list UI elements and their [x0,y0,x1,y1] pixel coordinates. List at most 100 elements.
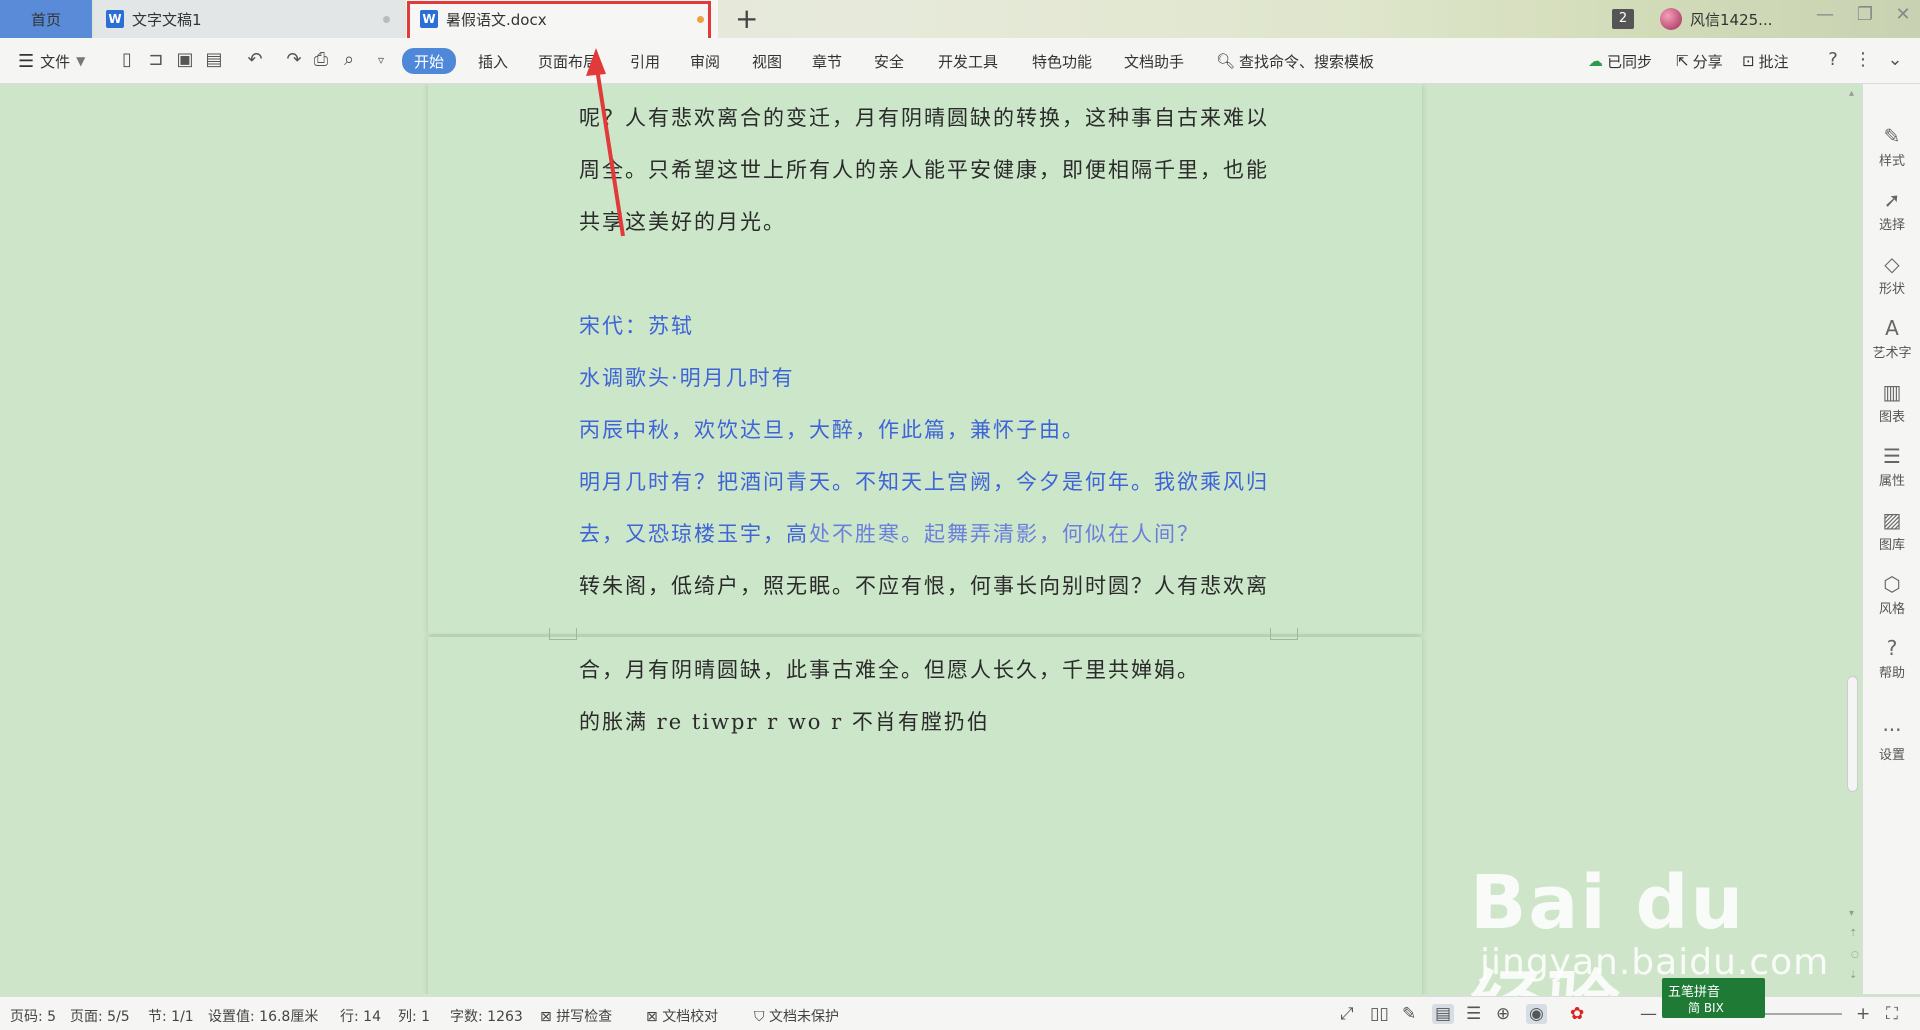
comment-button[interactable]: ⊡ 批注 [1742,38,1789,84]
doc-protection-button[interactable]: ⛉ 文档未保护 [754,1006,839,1026]
print-icon[interactable]: ⎙ [310,49,332,71]
fit-window-icon[interactable]: ⛶ [1886,1004,1898,1024]
save-as-icon[interactable]: ▤ [203,49,225,71]
new-document-icon[interactable]: ▯ [116,49,138,71]
redo-icon[interactable]: ↷ [283,49,305,71]
poem-line-mixed[interactable]: 去，又恐琼楼玉宇，高处不胜寒。起舞弄清影，何似在人间？ [579,518,1200,548]
new-tab-button[interactable]: + [735,4,758,34]
user-avatar[interactable] [1660,8,1682,30]
zoom-in-icon[interactable]: + [1856,1004,1870,1024]
poem-preface[interactable]: 丙辰中秋，欢饮达旦，大醉，作此篇，兼怀子由。 [579,414,1085,444]
more-quick-access-icon[interactable]: ▿ [370,49,392,71]
text-line[interactable]: 呢？人有悲欢离合的变迁，月有阴晴圆缺的转换，这种事自古来难以 [579,102,1269,132]
undo-icon[interactable]: ↶ [244,49,266,71]
tab-document-active[interactable]: W 暑假语文.docx [406,0,718,38]
status-page-code[interactable]: 页码: 5 [10,1006,56,1026]
tab-close-dot-icon[interactable] [383,16,390,23]
tab-start[interactable]: 开始 [402,48,457,74]
tab-insert[interactable]: 插入 [478,38,508,84]
zoom-out-icon[interactable]: — [1640,1004,1657,1024]
prev-page-icon[interactable]: ⇡ [1849,928,1857,939]
share-button[interactable]: ⇱ 分享 [1676,38,1723,84]
write-mode-icon[interactable]: ✎ [1402,1004,1416,1024]
tab-page-layout[interactable]: 页面布局 [538,38,598,84]
panel-shape-button[interactable]: ◇ 形状 [1863,252,1920,297]
poem-line[interactable]: 合，月有阴晴圆缺，此事古难全。但愿人长久，千里共婵娟。 [579,654,1200,684]
panel-theme-button[interactable]: ⬡ 风格 [1863,572,1920,617]
panel-settings-button[interactable]: ··· 设置 [1863,718,1920,763]
share-icon: ⇱ [1676,52,1689,70]
scroll-up-icon[interactable]: ▴ [1849,88,1854,99]
status-word-count[interactable]: 字数: 1263 [450,1006,523,1026]
tab-chapter[interactable]: 章节 [812,38,842,84]
tab-special-features[interactable]: 特色功能 [1032,38,1092,84]
ime-status-label: 简 BIX [1688,1001,1724,1015]
minimize-icon[interactable]: — [1810,4,1840,25]
page-view-icon[interactable]: ▤ [1432,1004,1455,1024]
vertical-scrollbar[interactable] [1848,84,1858,994]
collapse-ribbon-icon[interactable]: ⌄ [1884,49,1906,71]
select-browse-icon[interactable]: ○ [1851,950,1859,960]
save-icon[interactable]: ▣ [174,49,196,71]
unsaved-dot-icon[interactable] [697,16,704,23]
notification-badge[interactable]: 2 [1612,9,1634,29]
user-name[interactable]: 风信1425... [1690,9,1772,30]
spell-check-button[interactable]: ⊠ 拼写检查 [540,1006,612,1026]
tab-document-1[interactable]: W 文字文稿1 [94,0,404,38]
more-options-icon[interactable]: ⋮ [1852,49,1874,71]
status-pages[interactable]: 页面: 5/5 [70,1006,130,1026]
panel-select-button[interactable]: ➚ 选择 [1863,188,1920,233]
sync-status-button[interactable]: ☁ 已同步 [1588,38,1652,84]
tab-security[interactable]: 安全 [874,38,904,84]
panel-wordart-button[interactable]: A 艺术字 [1863,316,1920,361]
command-search[interactable]: 🔍︎ 查找命令、搜索模板 [1216,38,1374,84]
tab-review[interactable]: 审阅 [690,38,720,84]
poem-title[interactable]: 水调歌头·明月几时有 [579,362,795,392]
document-canvas[interactable]: 呢？人有悲欢离合的变迁，月有阴晴圆缺的转换，这种事自古来难以 周全。只希望这世上… [0,84,1850,994]
document-page[interactable] [428,637,1422,994]
tab-developer[interactable]: 开发工具 [938,38,998,84]
tab-review-label: 审阅 [690,52,721,71]
open-folder-icon[interactable]: ⊐ [145,49,167,71]
scrollbar-thumb[interactable] [1847,676,1858,792]
panel-style-button[interactable]: ✎ 样式 [1863,124,1920,169]
ime-logo-icon[interactable]: ✿ [1570,1004,1584,1024]
shield-icon: ⛉ [754,1009,769,1025]
tab-home[interactable]: 首页 [0,0,92,38]
text-line[interactable]: 的胀满 re tiwpr r wo r 不肖有膛扔伯 [579,706,990,736]
outline-view-icon[interactable]: ☰ [1466,1004,1481,1024]
poem-line[interactable]: 转朱阁，低绮户，照无眠。不应有恨，何事长向别时圆？人有悲欢离 [579,570,1269,600]
ime-toolbar[interactable]: 五笔拼音 简 BIX [1662,978,1765,1018]
doc-proofread-button[interactable]: ⊠ 文档校对 [646,1006,718,1026]
status-col[interactable]: 列: 1 [398,1006,430,1026]
text-line[interactable]: 周全。只希望这世上所有人的亲人能平安健康，即便相隔千里，也能 [579,154,1269,184]
next-page-icon[interactable]: ⇣ [1849,970,1857,981]
status-setting-value[interactable]: 设置值: 16.8厘米 [208,1006,318,1026]
restore-icon[interactable]: ❐ [1850,4,1880,25]
reading-mode-icon[interactable]: ▯▯ [1370,1004,1389,1024]
fullscreen-icon[interactable]: ⤢ [1340,1004,1354,1024]
print-preview-icon[interactable]: ⌕ [338,49,360,71]
panel-gallery-label: 图库 [1878,538,1905,553]
zoom-slider[interactable] [1762,1013,1842,1015]
text-line[interactable]: 共享这美好的月光。 [579,206,786,236]
poem-line[interactable]: 明月几时有？把酒问青天。不知天上宫阙，今夕是何年。我欲乘风归 [579,466,1269,496]
panel-gallery-button[interactable]: ▨ 图库 [1863,508,1920,553]
web-view-icon[interactable]: ⊕ [1496,1004,1510,1024]
tab-references[interactable]: 引用 [630,38,660,84]
panel-properties-button[interactable]: ☰ 属性 [1863,444,1920,489]
doc-protection-label: 文档未保护 [768,1009,839,1025]
status-row[interactable]: 行: 14 [340,1006,381,1026]
file-menu[interactable]: ☰ 文件 ▼ [18,38,85,84]
ribbon-menu-bar: ☰ 文件 ▼ ▯ ⊐ ▣ ▤ ↶ ↷ ⎙ ⌕ ▿ 开始 插入 页面布局 引用 审… [0,38,1920,84]
eye-protection-icon[interactable]: ◉ [1526,1004,1547,1024]
panel-help-button[interactable]: ? 帮助 [1863,636,1920,681]
scroll-down-icon[interactable]: ▾ [1849,908,1854,919]
close-window-icon[interactable]: ✕ [1888,4,1918,25]
tab-view[interactable]: 视图 [752,38,782,84]
poem-author[interactable]: 宋代：苏轼 [579,310,694,340]
panel-chart-button[interactable]: ▥ 图表 [1863,380,1920,425]
status-section[interactable]: 节: 1/1 [148,1006,194,1026]
tab-doc-assistant[interactable]: 文档助手 [1124,38,1184,84]
help-icon[interactable]: ? [1822,49,1844,71]
